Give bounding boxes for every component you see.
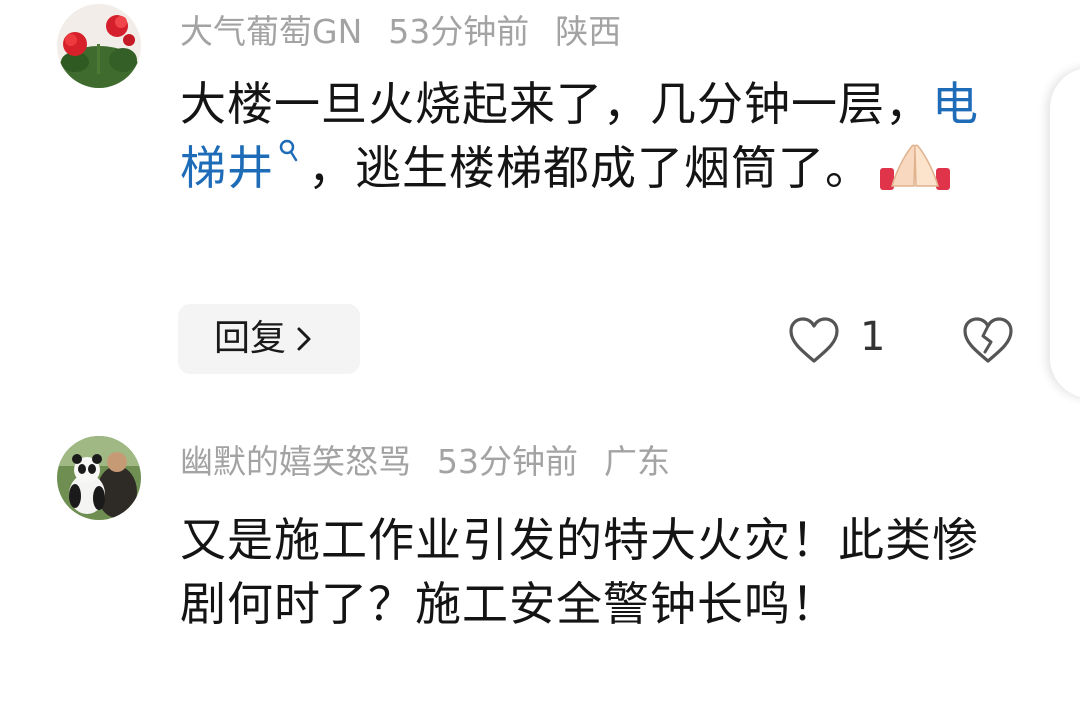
timestamp: 53分钟前 <box>437 442 578 481</box>
chevron-right-icon <box>297 327 311 351</box>
reply-label: 回复 <box>214 318 287 359</box>
comment-item: 幽默的嬉笑怒骂 53分钟前 广东 又是施工作业引发的特大火灾！此类惨剧何时了？施工安… <box>0 428 1040 706</box>
comment-text-part: ，逃生楼梯都成了烟筒了。 <box>308 141 872 195</box>
comment-text: 又是施工作业引发的特大火灾！此类惨剧何时了？施工安全警钟长鸣！ <box>180 513 979 631</box>
search-icon[interactable] <box>278 138 298 168</box>
like-count: 1 <box>860 314 886 360</box>
folded-hands-icon <box>880 144 950 190</box>
broken-heart-icon[interactable] <box>960 316 1016 364</box>
username[interactable]: 大气葡萄GN <box>180 12 362 51</box>
comment-text-part: 大楼一旦火烧起来了，几分钟一层， <box>180 77 932 131</box>
location: 广东 <box>604 442 670 481</box>
comment-text: 大楼一旦火烧起来了，几分钟一层，电梯井 ，逃生楼梯都成了烟筒了。 <box>180 72 990 200</box>
username[interactable]: 幽默的嬉笑怒骂 <box>180 442 411 481</box>
avatar[interactable] <box>57 436 141 520</box>
avatar[interactable] <box>57 4 141 88</box>
comment-item: 大气葡萄GN 53分钟前 陕西 大楼一旦火烧起来了，几分钟一层，电梯井 ，逃生楼梯都成… <box>0 0 1040 400</box>
location: 陕西 <box>555 12 622 51</box>
side-panel-edge <box>1050 68 1080 398</box>
comment-meta: 大气葡萄GN 53分钟前 陕西 <box>180 8 647 56</box>
timestamp: 53分钟前 <box>388 12 530 51</box>
comment-list: 大气葡萄GN 53分钟前 陕西 大楼一旦火烧起来了，几分钟一层，电梯井 ，逃生楼梯都成… <box>0 0 1080 706</box>
reply-button[interactable]: 回复 <box>178 304 360 374</box>
heart-outline-icon[interactable] <box>787 316 841 364</box>
comment-meta: 幽默的嬉笑怒骂 53分钟前 广东 <box>180 438 696 486</box>
